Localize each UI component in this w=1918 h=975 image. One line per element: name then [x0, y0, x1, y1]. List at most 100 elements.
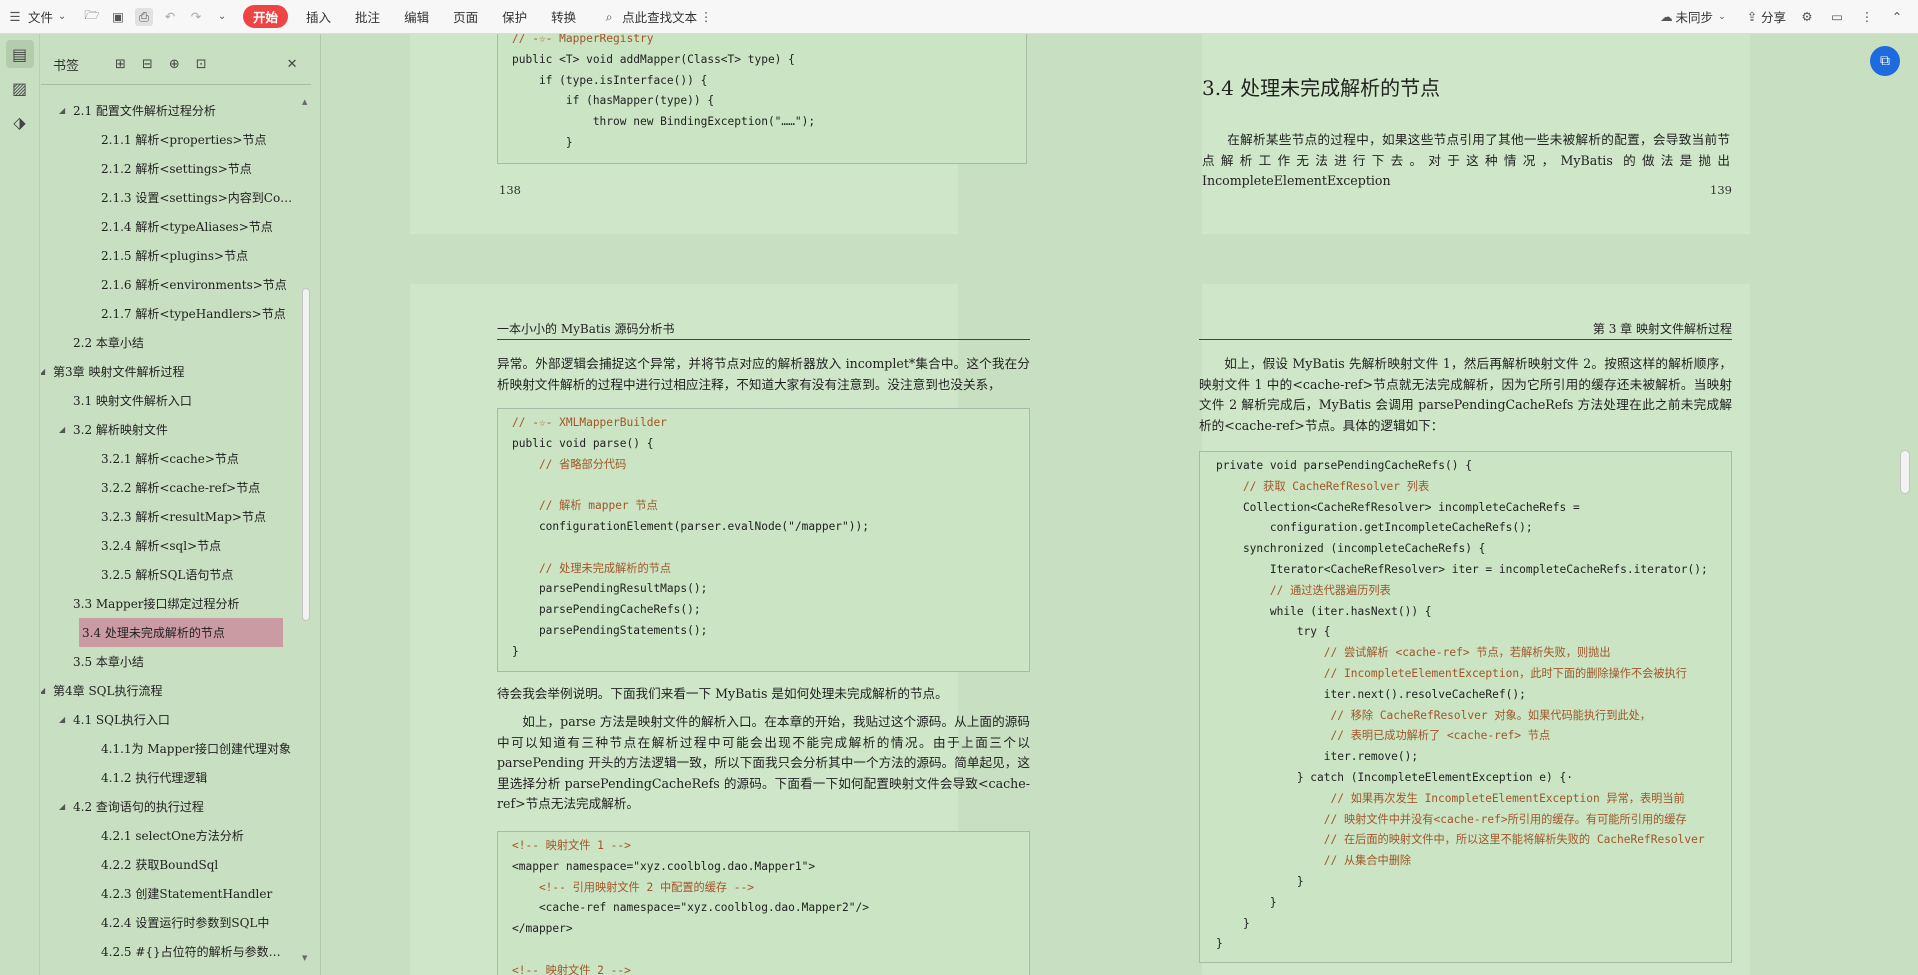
bookmark-item[interactable]: 3.5 本章小结: [41, 647, 297, 676]
tab-edit[interactable]: 编辑: [392, 0, 441, 34]
bookmark-item[interactable]: 3.2.3 解析<resultMap>节点: [41, 502, 297, 531]
tab-page-label: 页面: [453, 10, 479, 25]
bookmark-item-label: 第3章 映射文件解析过程: [53, 365, 185, 379]
chevron-down-icon: ⌄: [57, 11, 67, 22]
search-icon: ⌕: [605, 8, 613, 24]
bookmark-item[interactable]: 4.2.1 selectOne方法分析: [41, 821, 297, 850]
bookmark-item[interactable]: 3.2.2 解析<cache-ref>节点: [41, 473, 297, 502]
bookmark-item[interactable]: 4.2.2 获取BoundSql: [41, 850, 297, 879]
tools-panel-button[interactable]: ⬗: [6, 108, 34, 136]
section-heading: 3.4 处理未完成解析的节点: [1202, 76, 1441, 100]
scroll-down-icon[interactable]: ▼: [302, 954, 307, 962]
bookmark-item[interactable]: 2.1.3 设置<settings>内容到Co…: [41, 183, 297, 212]
bookmark-item[interactable]: 3.4 处理未完成解析的节点: [79, 618, 283, 647]
image-icon: ▨: [11, 78, 28, 98]
bookmark-item[interactable]: 3.2.4 解析<sql>节点: [41, 531, 297, 560]
collapse-all-icon[interactable]: ⊟: [142, 57, 153, 72]
redo-icon[interactable]: ↷: [187, 8, 205, 26]
find-text-search[interactable]: ⌕ 点此查找文本 ⋮: [594, 0, 721, 34]
close-icon[interactable]: ✕: [287, 57, 298, 72]
tab-insert[interactable]: 插入: [294, 0, 343, 34]
settings-button[interactable]: ⚙: [1792, 0, 1822, 34]
sync-status[interactable]: ☁ 未同步 ⌄: [1651, 0, 1737, 34]
more-button[interactable]: ⋮: [1852, 0, 1882, 34]
bookmark-item[interactable]: 2.1.1 解析<properties>节点: [41, 125, 297, 154]
document-scroll-thumb[interactable]: [1900, 450, 1910, 494]
bookmark-item-label: 2.1.5 解析<plugins>节点: [101, 249, 249, 263]
scroll-up-icon[interactable]: ▲: [302, 98, 307, 106]
code-line: iter.next().resolveCacheRef();: [1216, 687, 1526, 701]
bookmark-scrollbar[interactable]: ▲ ▼: [300, 96, 312, 966]
tab-comment[interactable]: 批注: [343, 0, 392, 34]
bookmark-item[interactable]: ◢ 第3章 映射文件解析过程: [41, 357, 297, 386]
bookmark-scroll-thumb[interactable]: [302, 288, 310, 621]
more-chevron-icon[interactable]: ⌄: [213, 8, 231, 26]
bookmark-item[interactable]: 2.1.4 解析<typeAliases>节点: [41, 212, 297, 241]
comment-button[interactable]: ▭: [1822, 0, 1852, 34]
tab-convert-label: 转换: [551, 10, 577, 25]
bookmark-panel-button[interactable]: ▤: [5, 40, 34, 68]
add-bookmark-icon[interactable]: ⊕: [169, 57, 180, 72]
print-icon[interactable]: ⎙: [135, 7, 154, 26]
chevron-down-icon: ⌄: [1718, 11, 1726, 22]
bookmark-item[interactable]: 4.1.1为 Mapper接口创建代理对象: [41, 734, 297, 763]
expand-triangle-icon[interactable]: ◢: [59, 425, 65, 434]
tab-insert-label: 插入: [306, 10, 332, 25]
tab-edit-label: 编辑: [404, 10, 430, 25]
code-line: iter.remove();: [1216, 750, 1419, 764]
code-line: Collection<CacheRefResolver> incompleteC…: [1216, 500, 1580, 514]
share-icon: ⇪: [1746, 9, 1758, 24]
bookmark-item[interactable]: 2.1.6 解析<environments>节点: [41, 270, 297, 299]
bookmark-item[interactable]: ◢ 第4章 SQL执行流程: [41, 676, 297, 705]
code-line: configurationElement(parser.evalNode("/m…: [512, 519, 869, 533]
bookmark-item[interactable]: 4.2.3 创建StatementHandler: [41, 879, 297, 908]
bookmark-item[interactable]: ◢ 4.2 查询语句的执行过程: [41, 792, 297, 821]
bookmark-item[interactable]: 2.2 本章小结: [41, 328, 297, 357]
bookmark-item[interactable]: 4.2.4 设置运行时参数到SQL中: [41, 908, 297, 937]
bookmark-item[interactable]: ◢ 3.2 解析映射文件: [41, 415, 297, 444]
code-line: // 解析 mapper 节点: [512, 499, 658, 513]
bookmark-item[interactable]: 3.2.5 解析SQL语句节点: [41, 560, 297, 589]
expand-triangle-icon[interactable]: ◢: [59, 106, 65, 115]
bookmark-list: ◢ 2.1 配置文件解析过程分析 2.1.1 解析<properties>节点 2.1…: [41, 96, 297, 974]
collapse-ribbon-button[interactable]: ⌃: [1882, 0, 1918, 34]
expand-triangle-icon[interactable]: ◢: [59, 802, 65, 811]
tab-protect[interactable]: 保护: [490, 0, 539, 34]
more-vertical-icon[interactable]: ⋮: [697, 8, 715, 26]
bookmark-item[interactable]: 4.2.5 #{}占位符的解析与参数…: [41, 937, 297, 966]
tab-page[interactable]: 页面: [441, 0, 490, 34]
expand-triangle-icon[interactable]: ◢: [59, 715, 65, 724]
tab-convert[interactable]: 转换: [539, 0, 588, 34]
save-icon[interactable]: ▣: [109, 8, 127, 26]
file-menu[interactable]: ☰ 文件 ⌄: [0, 0, 77, 34]
expand-triangle-icon[interactable]: ◢: [41, 686, 45, 695]
code-line: }: [512, 644, 519, 658]
bookmark-item[interactable]: ◢ 2.1 配置文件解析过程分析: [41, 96, 297, 125]
code-line: // 表明已成功解析了 <cache-ref> 节点: [1216, 729, 1551, 743]
bookmark-item-label: 2.1.6 解析<environments>节点: [101, 278, 287, 292]
floating-action-button[interactable]: ⧉: [1870, 46, 1900, 76]
open-folder-icon[interactable]: 🗁: [83, 7, 101, 26]
page141-header: 第 3 章 映射文件解析过程: [1199, 320, 1732, 340]
bookmark-item-label: 2.2 本章小结: [73, 336, 144, 350]
code-line: // -☆- XMLMapperBuilder: [512, 416, 667, 429]
bookmark-item[interactable]: ◢ 4.1 SQL执行入口: [41, 705, 297, 734]
tab-start-label: 开始: [243, 5, 289, 28]
bookmark-item[interactable]: 4.1.2 执行代理逻辑: [41, 763, 297, 792]
bookmark-item[interactable]: 3.1 映射文件解析入口: [41, 386, 297, 415]
tab-start[interactable]: 开始: [237, 0, 294, 34]
expand-all-icon[interactable]: ⊞: [115, 57, 126, 72]
bookmark-item[interactable]: 2.1.7 解析<typeHandlers>节点: [41, 299, 297, 328]
bookmark-item[interactable]: 3.2.1 解析<cache>节点: [41, 444, 297, 473]
bookmark-options-icon[interactable]: ⊡: [196, 57, 207, 72]
bookmark-item[interactable]: 3.3 Mapper接口绑定过程分析: [41, 589, 297, 618]
bookmark-item-label: 4.2.4 设置运行时参数到SQL中: [101, 916, 270, 930]
bookmark-item[interactable]: 2.1.5 解析<plugins>节点: [41, 241, 297, 270]
thumbnail-panel-button[interactable]: ▨: [6, 74, 34, 102]
share-button[interactable]: ⇪ 分享: [1737, 0, 1792, 34]
bookmark-item[interactable]: 2.1.2 解析<settings>节点: [41, 154, 297, 183]
find-text-label: 点此查找文本: [622, 10, 698, 25]
bookmark-item-label: 4.2.2 获取BoundSql: [101, 858, 219, 872]
expand-triangle-icon[interactable]: ◢: [41, 367, 45, 376]
undo-icon[interactable]: ↶: [161, 8, 179, 26]
